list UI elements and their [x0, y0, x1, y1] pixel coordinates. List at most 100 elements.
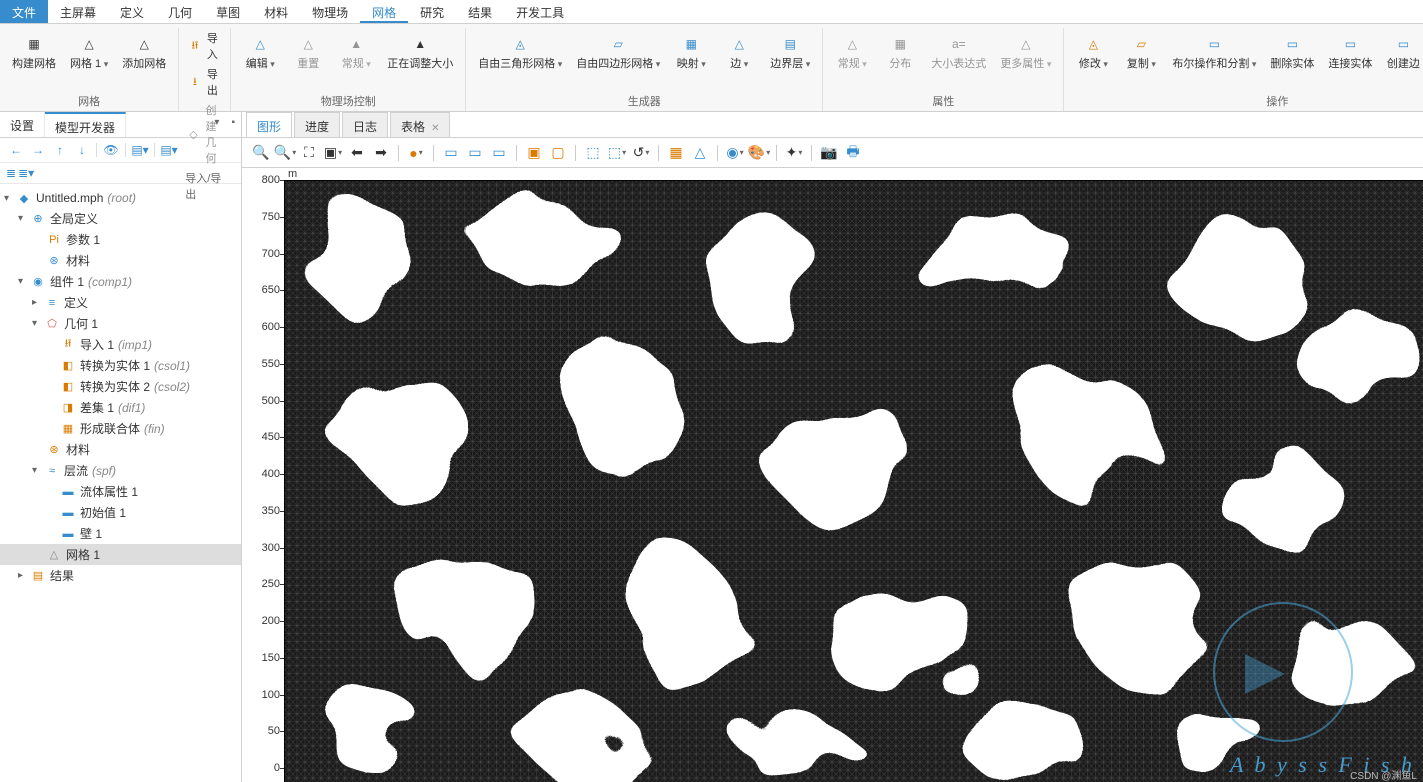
y-tick: 650 [262, 284, 280, 296]
menu-file[interactable]: 文件 [0, 0, 48, 23]
zoom-box-icon[interactable]: ▣ [322, 143, 344, 163]
view-dropdown-icon[interactable]: ⬚ [606, 143, 628, 163]
axis-icon[interactable]: △ [689, 143, 711, 163]
modify-button[interactable]: ◬修改 [1070, 28, 1116, 73]
join-entity-icon: ▭ [1336, 30, 1364, 58]
plot-area[interactable] [284, 180, 1423, 782]
tab-progress[interactable]: 进度 [294, 112, 340, 137]
join-entity-button[interactable]: ▭连接实体 [1322, 28, 1378, 73]
tree-csol2[interactable]: ◧转换为实体 2(csol2) [0, 376, 241, 397]
menu-tab-physics[interactable]: 物理场 [300, 0, 360, 23]
tree-materials-comp[interactable]: ⊛材料 [0, 439, 241, 460]
tree-difference[interactable]: ◨差集 1(dif1) [0, 397, 241, 418]
tree-geometry[interactable]: ▾⬠几何 1 [0, 313, 241, 334]
view-xy-icon[interactable]: ⬚ [582, 143, 604, 163]
menu-tab-study[interactable]: 研究 [408, 0, 456, 23]
tree-form-union[interactable]: ▦形成联合体(fin) [0, 418, 241, 439]
pan-right-icon[interactable]: ➡ [370, 143, 392, 163]
menu-tab-mesh[interactable]: 网格 [360, 0, 408, 23]
nav-back-icon[interactable]: ← [6, 141, 26, 159]
tab-log[interactable]: 日志 [342, 112, 388, 137]
reset-button[interactable]: △重置 [285, 28, 331, 73]
tree-materials-global[interactable]: ⊛材料 [0, 250, 241, 271]
create-edge-button[interactable]: ▭创建边 [1380, 28, 1423, 73]
build-mesh-button[interactable]: ▦构建网格 [6, 28, 62, 73]
mesh-node-icon: △ [46, 547, 62, 563]
tree-import[interactable]: ⭿导入 1(imp1) [0, 334, 241, 355]
pan-left-icon[interactable]: ⬅ [346, 143, 368, 163]
zoom-dropdown-icon[interactable]: 🔍 [274, 143, 296, 163]
snapshot-icon[interactable]: 📷 [818, 143, 840, 163]
distribution-button[interactable]: ▦分布 [877, 28, 923, 73]
panel-menu-icon[interactable]: ▪ [225, 112, 241, 137]
close-tab-icon[interactable]: ✕ [431, 123, 439, 134]
menu-tab-sketch[interactable]: 草图 [204, 0, 252, 23]
free-triangle-button[interactable]: ◬自由三角形网格 [472, 28, 568, 73]
tree-laminar-flow[interactable]: ▾≈层流(spf) [0, 460, 241, 481]
tab-table[interactable]: 表格✕ [390, 112, 450, 137]
scene-light-icon[interactable]: ◉ [724, 143, 746, 163]
mesh1-dropdown[interactable]: △网格 1 [64, 28, 114, 73]
zoom-in-icon[interactable]: 🔍 [250, 143, 272, 163]
tab-model-builder[interactable]: 模型开发器 [45, 112, 126, 137]
tree-initial-values[interactable]: ▬初始值 1 [0, 502, 241, 523]
tree-global-definitions[interactable]: ▾⊕全局定义 [0, 208, 241, 229]
left-panel: 设置 模型开发器 ▾ ▪ ← → ↑ ↓ 👁 ▤▾ ▤▾ ≣ ≣▾ ▾◆Unti… [0, 112, 242, 782]
tree-fluid-props[interactable]: ▬流体属性 1 [0, 481, 241, 502]
menu-tab-developer[interactable]: 开发工具 [504, 0, 576, 23]
select-none-icon[interactable]: ▭ [440, 143, 462, 163]
mapped-button[interactable]: ▦映射 [668, 28, 714, 73]
tab-graphics[interactable]: 图形 [246, 112, 292, 137]
import-button[interactable]: ⭿导入 [185, 28, 224, 64]
tree-wall[interactable]: ▬壁 1 [0, 523, 241, 544]
pencil-triangle-icon: △ [246, 30, 274, 58]
free-quad-button[interactable]: ▱自由四边形网格 [570, 28, 666, 73]
copy-button[interactable]: ▱复制 [1118, 28, 1164, 73]
tree-definitions[interactable]: ▸≡定义 [0, 292, 241, 313]
list-dd-icon[interactable]: ≣▾ [18, 166, 34, 180]
show-icon[interactable]: 👁 [101, 141, 121, 159]
add-mesh-button[interactable]: △添加网格 [116, 28, 172, 73]
normal-button[interactable]: ▲常规 [333, 28, 379, 73]
edge-button[interactable]: △边 [716, 28, 762, 73]
select-boundary-icon[interactable]: ▢ [547, 143, 569, 163]
tree-csol1[interactable]: ◧转换为实体 1(csol1) [0, 355, 241, 376]
view-reset-icon[interactable]: ↺ [630, 143, 652, 163]
resizing-button[interactable]: ▲正在调整大小 [381, 28, 459, 73]
expand-dropdown-icon[interactable]: ▤▾ [159, 141, 179, 159]
tree-component[interactable]: ▾◉组件 1(comp1) [0, 271, 241, 292]
export-button[interactable]: ⭳导出 [185, 64, 224, 100]
nav-down-icon[interactable]: ↓ [72, 141, 92, 159]
delete-entity-button[interactable]: ▭删除实体 [1264, 28, 1320, 73]
graphics-canvas[interactable]: m 80075070065060055050045040035030025020… [242, 168, 1423, 782]
menu-tab-materials[interactable]: 材料 [252, 0, 300, 23]
color-theme-icon[interactable]: 🎨 [748, 143, 770, 163]
tree-results[interactable]: ▸▤结果 [0, 565, 241, 586]
edit-button[interactable]: △编辑 [237, 28, 283, 73]
menu-tab-geometry[interactable]: 几何 [156, 0, 204, 23]
print-icon[interactable]: 🖶 [842, 143, 864, 163]
select-domain-icon[interactable]: ▣ [523, 143, 545, 163]
create-geometry-button[interactable]: ◇创建几何 [185, 100, 224, 168]
boundary-layer-button[interactable]: ▤边界层 [764, 28, 816, 73]
zoom-extents-icon[interactable]: ⛶ [298, 143, 320, 163]
attr-normal-button[interactable]: △常规 [829, 28, 875, 73]
menu-tab-results[interactable]: 结果 [456, 0, 504, 23]
collapse-dropdown-icon[interactable]: ▤▾ [130, 141, 150, 159]
list-icon[interactable]: ≣ [6, 166, 16, 180]
more-attributes-button[interactable]: △更多属性 [994, 28, 1057, 73]
menu-tab-home[interactable]: 主屏幕 [48, 0, 108, 23]
tree-parameters[interactable]: Pi参数 1 [0, 229, 241, 250]
select-mode-icon[interactable]: ● [405, 143, 427, 163]
select-all-icon[interactable]: ▭ [464, 143, 486, 163]
menu-tab-definitions[interactable]: 定义 [108, 0, 156, 23]
tree-mesh1[interactable]: △网格 1 [0, 544, 241, 565]
nav-forward-icon[interactable]: → [28, 141, 48, 159]
tab-settings[interactable]: 设置 [0, 112, 45, 137]
nav-up-icon[interactable]: ↑ [50, 141, 70, 159]
grid-icon[interactable]: ▦ [665, 143, 687, 163]
render-icon[interactable]: ✦ [783, 143, 805, 163]
size-expression-button[interactable]: a=大小表达式 [925, 28, 992, 73]
boolean-button[interactable]: ▭布尔操作和分割 [1166, 28, 1262, 73]
select-box-icon[interactable]: ▭ [488, 143, 510, 163]
